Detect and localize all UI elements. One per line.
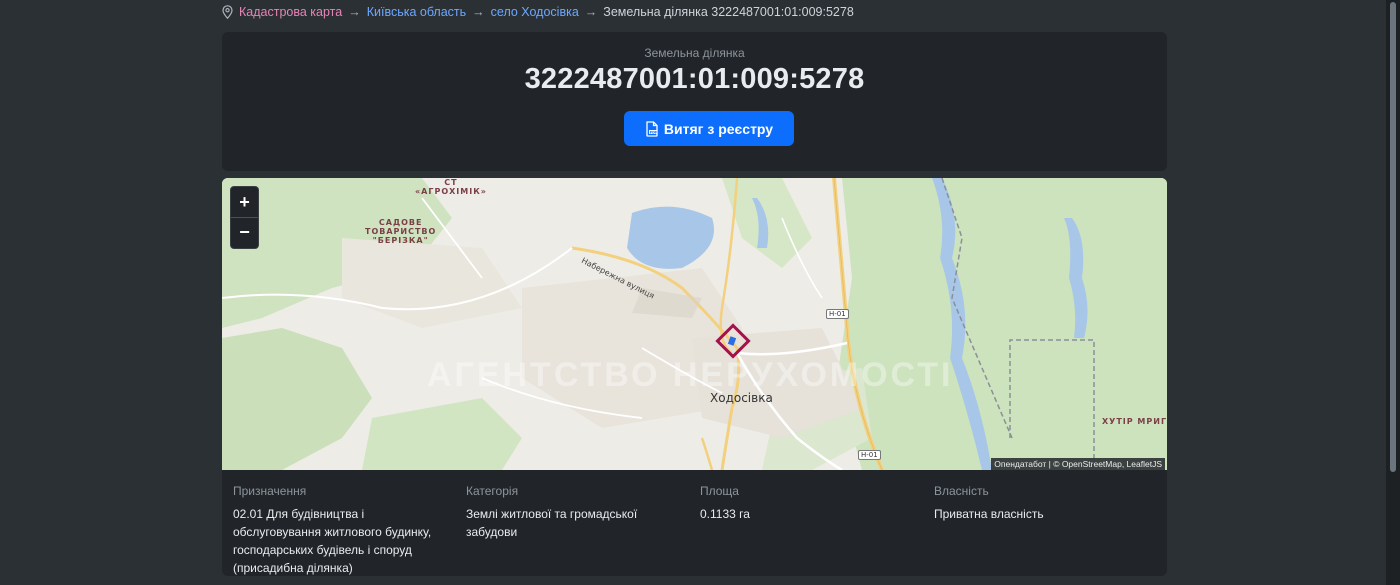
map-tiles[interactable] <box>222 178 1167 470</box>
zoom-in-button[interactable]: + <box>231 187 258 217</box>
scrollbar-thumb[interactable] <box>1390 2 1396 472</box>
ownership-value: Приватна власність <box>934 507 1044 521</box>
category-field: Категорія Землі житлової та громадської … <box>466 484 691 541</box>
category-value: Землі житлової та громадської забудови <box>466 507 638 539</box>
breadcrumb-link-cadastral-map[interactable]: Кадастрова карта <box>239 5 342 19</box>
map-label-sadove-tovarystvo: САДОВЕ ТОВАРИСТВО "БЕРІЗКА" <box>365 218 437 245</box>
breadcrumb-separator: → <box>348 5 361 19</box>
registry-extract-button-label: Витяг з реєстру <box>663 120 774 137</box>
breadcrumb-link-region[interactable]: Київська область <box>367 5 466 19</box>
map-label-road-h01: Н-01 <box>826 309 849 319</box>
ownership-label: Власність <box>934 484 989 498</box>
purpose-label: Призначення <box>233 484 307 498</box>
ownership-field: Власність Приватна власність <box>934 484 1154 523</box>
area-field: Площа 0.1133 га <box>700 484 920 523</box>
map-zoom-control: + − <box>230 186 259 249</box>
pdf-file-icon: PDF <box>646 120 658 137</box>
breadcrumb-separator: → <box>584 5 598 19</box>
breadcrumb-link-village[interactable]: село Ходосівка <box>491 5 579 19</box>
category-label: Категорія <box>466 484 519 498</box>
parcel-map[interactable]: АГЕНТСТВО НЕРУХОМОСТІ СТ «АГРОХІМІК» САД… <box>222 178 1167 470</box>
area-label: Площа <box>700 484 739 498</box>
parcel-info-panel: Призначення 02.01 Для будівництва і обсл… <box>222 470 1167 576</box>
breadcrumb: Кадастрова карта → Київська область → се… <box>222 4 854 20</box>
purpose-field: Призначення 02.01 Для будівництва і обсл… <box>233 484 453 577</box>
registry-extract-button[interactable]: PDF Витяг з реєстру <box>624 111 794 146</box>
breadcrumb-current: Земельна ділянка 3222487001:01:009:5278 <box>603 5 854 19</box>
map-pin-icon <box>222 5 233 19</box>
map-watermark: АГЕНТСТВО НЕРУХОМОСТІ <box>427 356 954 394</box>
page-scrollbar[interactable] <box>1386 0 1400 585</box>
map-label-khutir-mryhy: ХУТІР МРИГИ <box>1102 417 1167 426</box>
parcel-header-card: Земельна ділянка 3222487001:01:009:5278 … <box>222 32 1167 171</box>
parcel-subtitle: Земельна ділянка <box>644 46 745 60</box>
area-value: 0.1133 га <box>700 507 750 521</box>
map-label-road-h01: Н-01 <box>858 450 881 460</box>
svg-text:PDF: PDF <box>650 130 658 134</box>
cadastral-number-title: 3222487001:01:009:5278 <box>524 63 865 95</box>
map-attribution[interactable]: Опендатабот | © OpenStreetMap, LeafletJS <box>991 458 1165 470</box>
breadcrumb-separator: → <box>472 5 485 19</box>
purpose-value: 02.01 Для будівництва і обслуговування ж… <box>233 507 432 575</box>
map-label-st-agrokhimik: СТ «АГРОХІМІК» <box>415 178 487 196</box>
zoom-out-button[interactable]: − <box>231 217 258 247</box>
map-label-town: Ходосівка <box>710 391 773 405</box>
